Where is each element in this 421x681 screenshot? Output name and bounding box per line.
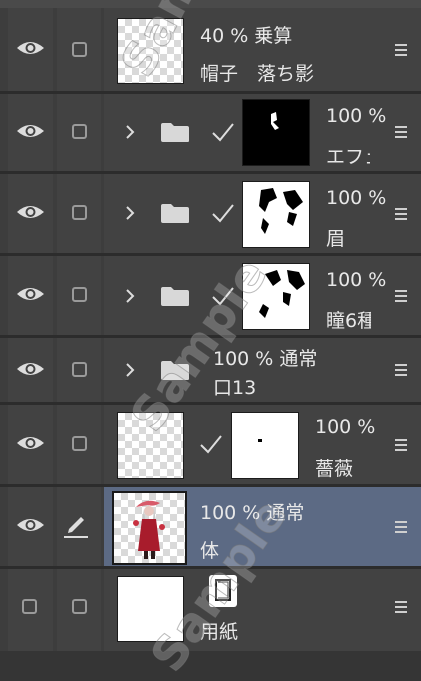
- eye-icon[interactable]: [16, 122, 45, 140]
- lock-checkbox[interactable]: [72, 205, 87, 220]
- chevron-right-icon[interactable]: [125, 124, 135, 140]
- layer-row-paper[interactable]: 用紙: [0, 569, 421, 651]
- layer-name: 薔薇: [315, 458, 354, 480]
- lock-checkbox[interactable]: [72, 599, 87, 614]
- folder-icon: [161, 361, 189, 380]
- layer-opacity-label: 100 %: [326, 187, 387, 209]
- eye-icon[interactable]: [16, 360, 45, 378]
- layer-name: 瞳6種: [326, 310, 371, 332]
- folder-icon: [161, 204, 189, 223]
- panel-top-strip: [0, 0, 421, 8]
- chevron-right-icon[interactable]: [125, 288, 135, 304]
- layer-name: 口13: [213, 377, 257, 399]
- drag-handle-icon[interactable]: [395, 208, 407, 223]
- checkmark-icon[interactable]: [211, 122, 235, 142]
- checkmark-icon[interactable]: [211, 203, 235, 223]
- layer-thumbnail: [112, 491, 187, 565]
- layer-row-rose[interactable]: 100 % 薔薇: [0, 405, 421, 484]
- mask-shape: [259, 270, 305, 318]
- mask-shape: [259, 188, 303, 234]
- drag-handle-icon[interactable]: [395, 521, 407, 536]
- eye-icon[interactable]: [16, 203, 45, 221]
- layer-name: 帽子 落ち影: [200, 63, 315, 85]
- pen-icon[interactable]: [62, 511, 90, 539]
- layer-opacity-label: 100 %: [326, 105, 387, 127]
- layer-blend-label: 100 % 通常: [213, 348, 318, 370]
- drag-handle-icon[interactable]: [395, 290, 407, 305]
- lock-checkbox[interactable]: [72, 436, 87, 451]
- lock-checkbox[interactable]: [72, 42, 87, 57]
- lock-checkbox[interactable]: [72, 124, 87, 139]
- drag-handle-icon[interactable]: [395, 364, 407, 379]
- drag-handle-icon[interactable]: [395, 601, 407, 616]
- layer-name: 体: [200, 540, 220, 562]
- checkmark-icon[interactable]: [211, 286, 235, 306]
- mask-shape: [258, 439, 262, 442]
- layer-row-effect[interactable]: 100 % エフェ: [0, 94, 421, 171]
- eye-icon[interactable]: [16, 434, 45, 452]
- lock-checkbox[interactable]: [72, 362, 87, 377]
- folder-icon: [161, 123, 189, 142]
- layer-blend-label: 100 % 通常: [200, 502, 305, 524]
- chevron-right-icon[interactable]: [125, 362, 135, 378]
- mask-thumbnail: [231, 412, 299, 479]
- drag-handle-icon[interactable]: [395, 439, 407, 454]
- layer-opacity-label: 100 %: [315, 416, 376, 438]
- eye-icon[interactable]: [16, 516, 45, 534]
- mask-thumbnail: [242, 263, 310, 330]
- layer-opacity-label: 100 %: [326, 269, 387, 291]
- layer-name: 眉: [326, 228, 346, 250]
- drag-handle-icon[interactable]: [395, 126, 407, 141]
- layer-name: 用紙: [200, 621, 239, 643]
- chevron-right-icon[interactable]: [125, 205, 135, 221]
- eye-icon[interactable]: [16, 285, 45, 303]
- layer-blend-label: 40 % 乗算: [200, 25, 293, 47]
- mask-shape: [271, 112, 279, 130]
- layer-row-body[interactable]: 100 % 通常 体: [0, 487, 421, 566]
- visibility-checkbox[interactable]: [22, 599, 37, 614]
- eye-icon[interactable]: [16, 39, 45, 57]
- layer-row-hat-shadow[interactable]: 40 % 乗算 帽子 落ち影: [0, 8, 421, 91]
- layer-name: エフェ: [326, 146, 370, 168]
- layer-row-mouth[interactable]: 100 % 通常 口13: [0, 338, 421, 402]
- layer-thumbnail: [117, 576, 184, 642]
- layer-row-eyebrows[interactable]: 100 % 眉: [0, 174, 421, 253]
- mask-thumbnail: [242, 181, 310, 248]
- layer-thumbnail: [117, 412, 184, 479]
- drag-handle-icon[interactable]: [395, 44, 407, 59]
- mask-thumbnail: [242, 99, 310, 166]
- folder-icon: [161, 287, 189, 306]
- paper-icon: [209, 575, 237, 607]
- layer-row-pupils[interactable]: 100 % 瞳6種: [0, 256, 421, 335]
- lock-checkbox[interactable]: [72, 287, 87, 302]
- character-preview: [133, 500, 165, 559]
- checkmark-icon[interactable]: [199, 434, 223, 454]
- layer-thumbnail: [117, 18, 184, 84]
